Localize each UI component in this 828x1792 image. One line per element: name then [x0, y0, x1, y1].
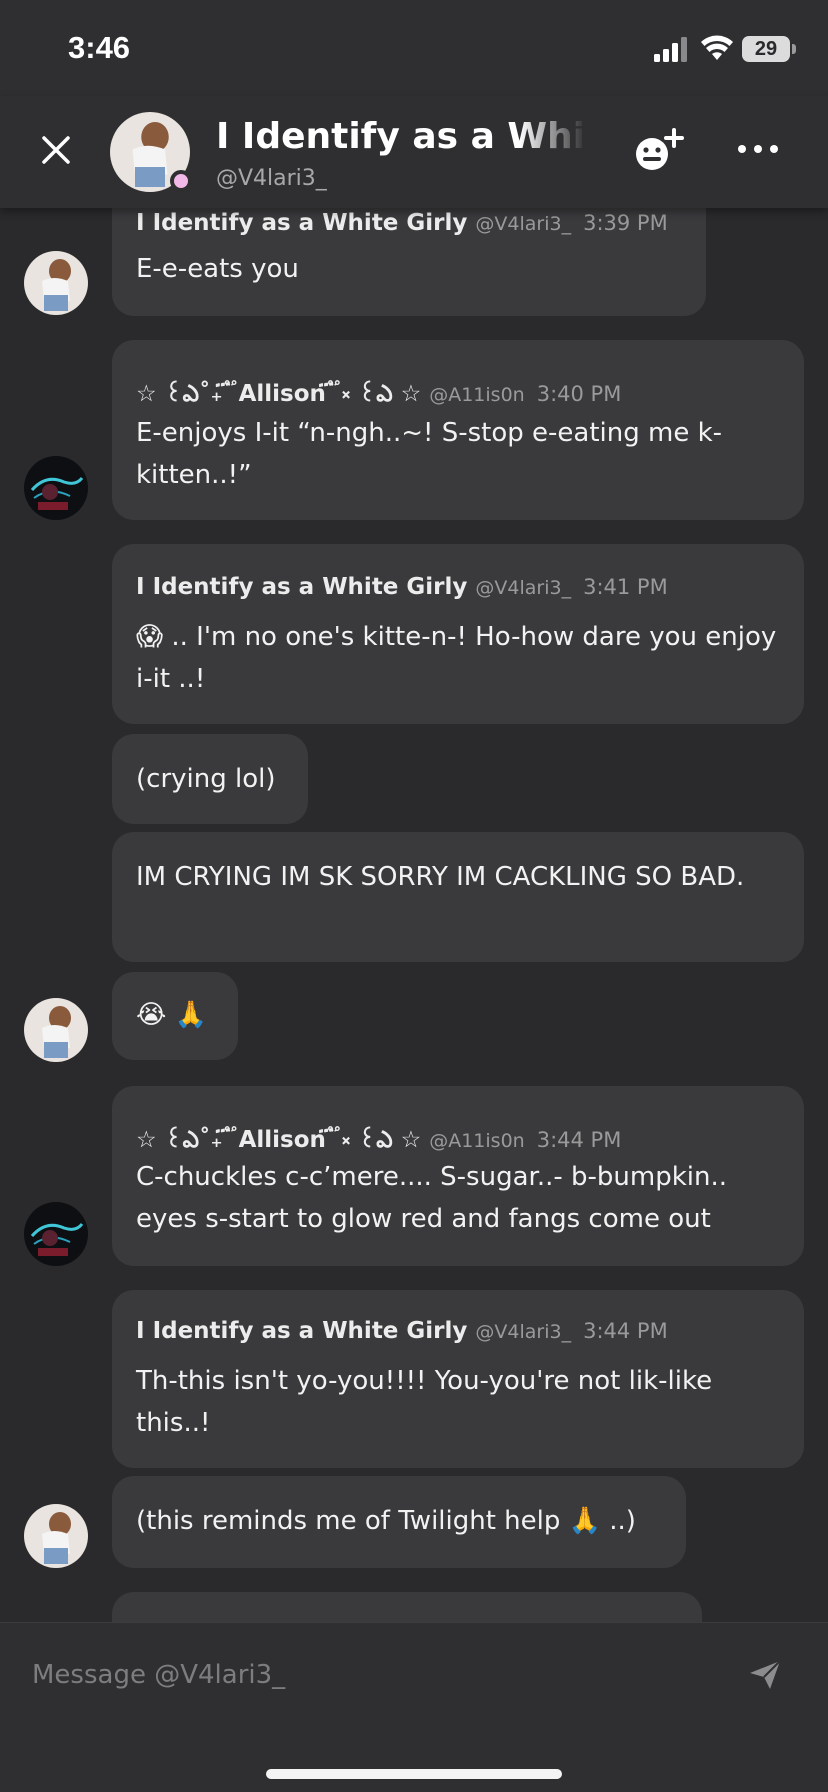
- message-time: 3:44 PM: [536, 1128, 622, 1152]
- add-emoji-icon[interactable]: [632, 126, 686, 176]
- message-composer: [0, 1622, 828, 1792]
- message-time: 3:44 PM: [583, 1319, 668, 1343]
- message-meta: I Identify as a White Girly @V4lari3_ 3:44…: [136, 1318, 668, 1344]
- chat-header: I Identify as a White Girly @V4lari3_: [0, 96, 828, 208]
- message-text: Th-this isn't yo-you!!!! You-you're not …: [136, 1366, 713, 1438]
- message-bubble[interactable]: IM CRYING IM SK SORRY IM CACKLING SO BAD…: [112, 832, 804, 962]
- message-time: 3:39 PM: [583, 211, 668, 235]
- message-author[interactable]: I Identify as a White Girly: [136, 210, 467, 236]
- message-list[interactable]: I Identify as a White Girly @V4lari3_ 3:39…: [0, 0, 828, 1622]
- message-text: IM CRYING IM SK SORRY IM CACKLING SO BAD…: [136, 862, 745, 892]
- message-handle: @A11is0n: [429, 384, 525, 406]
- message-time: 3:41 PM: [583, 575, 668, 599]
- message-text: C-chuckles c-c’mere.... S-sugar..- b-bum…: [136, 1162, 727, 1234]
- message-handle: @V4lari3_: [475, 213, 572, 235]
- message-bubble[interactable]: ☆ ꒰ఎ˚₊ ፝֟ Allison ፝֟ ༝ ꒰ఎ ☆ @A11is0n 3:40 …: [112, 340, 804, 520]
- avatar[interactable]: [24, 1202, 88, 1266]
- status-bar: 3:46 29: [0, 0, 828, 96]
- message-author[interactable]: ☆ ꒰ఎ˚₊ ፝֟ Allison ፝֟ ༝ ꒰ఎ ☆: [136, 1127, 421, 1153]
- home-indicator[interactable]: [266, 1769, 562, 1779]
- message-handle: @V4lari3_: [475, 1321, 572, 1343]
- message-bubble[interactable]: ☆ ꒰ఎ˚₊ ፝֟ Allison ፝֟ ༝ ꒰ఎ ☆ @A11is0n 3:44 …: [112, 1086, 804, 1266]
- message-meta: I Identify as a White Girly @V4lari3_ 3:39…: [136, 210, 668, 236]
- avatar[interactable]: [24, 1504, 88, 1568]
- message-author[interactable]: I Identify as a White Girly: [136, 1318, 467, 1344]
- message-text: (this reminds me of Twilight help 🙏 ..): [136, 1506, 636, 1536]
- message-text: (crying lol): [136, 764, 276, 794]
- chat-handle: @V4lari3_: [216, 166, 327, 191]
- message-bubble[interactable]: (crying lol): [112, 734, 308, 824]
- wifi-icon: [701, 35, 733, 60]
- message-text: E-enjoys I-it “n-ngh..~! S-stop e-eating…: [136, 418, 723, 490]
- message-bubble[interactable]: 😭 🙏: [112, 972, 238, 1060]
- message-meta: I Identify as a White Girly @V4lari3_ 3:41…: [136, 574, 668, 600]
- message-author[interactable]: I Identify as a White Girly: [136, 574, 467, 600]
- presence-indicator: [170, 170, 192, 192]
- message-text: 😱 .. I'm no one's kitte-n-! Ho-how dare …: [136, 622, 777, 694]
- send-icon[interactable]: [748, 1659, 782, 1691]
- avatar[interactable]: [24, 456, 88, 520]
- close-icon[interactable]: [38, 132, 74, 168]
- message-bubble[interactable]: I Identify as a White Girly @V4lari3_ 3:41…: [112, 544, 804, 724]
- message-author[interactable]: ☆ ꒰ఎ˚₊ ፝֟ Allison ፝֟ ༝ ꒰ఎ ☆: [136, 381, 421, 407]
- message-input[interactable]: [32, 1653, 712, 1697]
- message-text: E-e-eats you: [136, 254, 299, 284]
- message-bubble[interactable]: (this reminds me of Twilight help 🙏 ..): [112, 1476, 686, 1568]
- avatar[interactable]: [24, 251, 88, 315]
- message-text: 😭 🙏: [136, 1000, 208, 1030]
- status-time: 3:46: [68, 30, 131, 65]
- battery-icon: 29: [742, 36, 796, 62]
- chat-title[interactable]: I Identify as a White Girly: [216, 116, 586, 157]
- message-handle: @A11is0n: [429, 1130, 525, 1152]
- more-icon[interactable]: [736, 142, 780, 156]
- message-handle: @V4lari3_: [475, 577, 572, 599]
- signal-icon: [654, 37, 687, 62]
- avatar[interactable]: [24, 998, 88, 1062]
- message-bubble-partial[interactable]: [112, 1592, 702, 1622]
- message-time: 3:40 PM: [536, 382, 622, 406]
- message-bubble[interactable]: I Identify as a White Girly @V4lari3_ 3:44…: [112, 1290, 804, 1468]
